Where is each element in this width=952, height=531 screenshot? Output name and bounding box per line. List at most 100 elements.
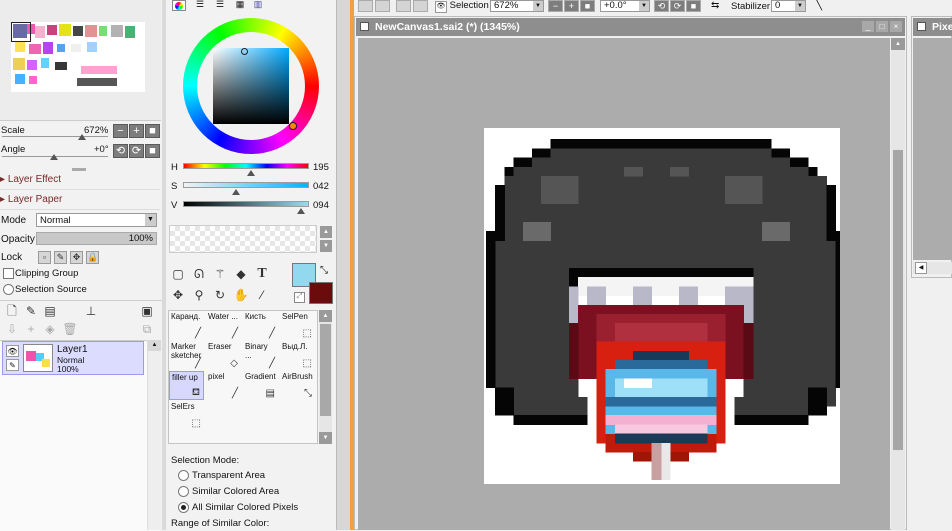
s-slider[interactable] <box>183 182 309 188</box>
lock-move-icon[interactable]: ✥ <box>70 251 83 264</box>
new-vector-layer-icon[interactable]: ✎ <box>22 302 40 320</box>
toolbar-rotate-right-button[interactable]: ⟳ <box>670 0 685 12</box>
swap-colors-icon[interactable]: ⤡ <box>320 265 328 276</box>
undo-button[interactable] <box>358 0 373 12</box>
tools-panel-scrollbar[interactable] <box>336 0 351 530</box>
transparent-color-icon[interactable]: ⤢ <box>294 292 305 303</box>
second-window-hscrollbar[interactable]: ◀ <box>913 262 952 274</box>
scroll-up-icon[interactable]: ▲ <box>891 38 905 50</box>
canvas-vertical-scrollbar[interactable]: ▲ <box>891 38 905 530</box>
color-set-area[interactable] <box>169 225 317 253</box>
layer-effect-section[interactable]: ▸ Layer Effect <box>0 174 61 185</box>
rotate-reset-button[interactable]: ■ <box>145 144 160 158</box>
duplicate-layer-icon[interactable]: ⧉ <box>138 320 156 338</box>
maximize-button[interactable]: □ <box>876 21 888 32</box>
scroll-up-icon[interactable]: ▲ <box>148 340 161 351</box>
rotate-left-button[interactable]: ⟲ <box>113 144 128 158</box>
zoom-in-button[interactable]: + <box>129 124 144 138</box>
magic-wand-icon[interactable]: ⚚ <box>211 265 229 283</box>
s-slider-thumb[interactable] <box>231 189 240 195</box>
new-layer-icon[interactable]: 🗋 <box>3 302 21 320</box>
color-tab-wheel[interactable] <box>172 0 186 11</box>
selection-toggle[interactable]: 👁 Selection <box>435 0 489 13</box>
sv-cursor[interactable] <box>241 48 248 55</box>
canvas-title-bar[interactable]: NewCanvas1.sai2 (*) (1345%) _ □ × <box>356 18 905 36</box>
zoom-select[interactable]: 672% ▼ <box>490 0 544 12</box>
panel-divider[interactable] <box>72 168 86 171</box>
brush-filler-up[interactable]: filler up ⛾ <box>169 371 204 400</box>
scale-slider-thumb[interactable] <box>78 134 86 140</box>
navigator-preview[interactable] <box>11 22 145 92</box>
stabilizer-select[interactable]: 0 ▼ <box>771 0 806 12</box>
deselect-button[interactable] <box>396 0 411 12</box>
invert-selection-button[interactable] <box>413 0 428 12</box>
color-set-scroll-down-icon[interactable]: ▼ <box>320 240 332 252</box>
mode-select[interactable]: Normal ▼ <box>36 213 157 227</box>
rotate-tool-icon[interactable]: ↻ <box>211 286 229 304</box>
rotation-select[interactable]: +0.0° ▼ <box>600 0 650 12</box>
scroll-thumb[interactable] <box>893 150 903 450</box>
zoom-tool-icon[interactable]: ⚲ <box>190 286 208 304</box>
zoom-out-button[interactable]: − <box>113 124 128 138</box>
selection-mode-radio[interactable] <box>178 486 189 497</box>
brush-кисть[interactable]: Кисть ╱ <box>243 311 278 340</box>
toolbar-zoom-reset-button[interactable]: ■ <box>580 0 595 12</box>
edit-layer-icon[interactable]: ✎ <box>6 359 19 371</box>
color-tab-hsv[interactable]: ☰ <box>213 0 227 11</box>
new-folder-icon[interactable]: ▤ <box>41 302 59 320</box>
zoom-reset-button[interactable]: ■ <box>145 124 160 138</box>
h-slider[interactable] <box>183 163 309 169</box>
merge-down-icon[interactable]: + <box>22 320 40 338</box>
brush-каранд-[interactable]: Каранд. ╱ <box>169 311 204 340</box>
brush-selpen[interactable]: SelPen ⬚ <box>280 311 315 340</box>
scroll-thumb[interactable] <box>320 324 331 416</box>
shape-icon[interactable]: ◆ <box>232 265 250 283</box>
visibility-eye-icon[interactable]: 👁 <box>6 345 19 357</box>
angle-slider-thumb[interactable] <box>50 154 58 160</box>
clear-layer-icon[interactable]: ◈ <box>41 320 59 338</box>
color-set-scroll-up-icon[interactable]: ▲ <box>320 226 332 238</box>
scroll-up-icon[interactable]: ▲ <box>319 310 332 322</box>
brush-binary-[interactable]: Binary ... ╱ <box>243 341 278 370</box>
transfer-down-icon[interactable]: ⇩ <box>3 320 21 338</box>
second-window-viewport[interactable] <box>913 38 952 260</box>
redo-button[interactable] <box>375 0 390 12</box>
brush-выд-л-[interactable]: Выд.Л. ⬚ <box>280 341 315 370</box>
text-tool-icon[interactable]: T <box>253 265 271 283</box>
scroll-left-icon[interactable]: ◀ <box>915 262 927 274</box>
scale-slider[interactable] <box>2 136 108 137</box>
delete-layer-icon[interactable]: 🗑 <box>61 320 79 338</box>
brush-selers[interactable]: SelErs ⬚ <box>169 401 204 430</box>
brush-water-[interactable]: Water ... ╱ <box>206 311 241 340</box>
opacity-slider[interactable]: 100% <box>36 232 157 245</box>
layer-paper-section[interactable]: ▸ Layer Paper <box>0 194 62 205</box>
color-tab-swatches[interactable]: ▦ <box>233 0 247 11</box>
scroll-down-icon[interactable]: ▼ <box>319 432 332 444</box>
brush-scrollbar[interactable]: ▲ ▼ <box>319 310 332 444</box>
second-window-title-bar[interactable]: Pixe <box>913 18 952 36</box>
layer-transform-icon[interactable]: ⊥ <box>82 302 100 320</box>
v-slider-thumb[interactable] <box>297 208 306 214</box>
rotate-right-button[interactable]: ⟳ <box>129 144 144 158</box>
toolbar-zoom-in-button[interactable]: + <box>564 0 579 12</box>
selection-mode-radio[interactable] <box>178 470 189 481</box>
minimize-button[interactable]: _ <box>862 21 874 32</box>
selection-mode-radio[interactable] <box>178 502 189 513</box>
lasso-icon[interactable]: ᘏ <box>190 265 208 283</box>
toolbar-rotate-left-button[interactable]: ⟲ <box>654 0 669 12</box>
brush-marker-sketcher[interactable]: Marker sketcher ╱ <box>169 341 204 370</box>
layer-options-icon[interactable]: ▣ <box>138 302 156 320</box>
hue-cursor[interactable] <box>289 122 297 130</box>
secondary-color-swatch[interactable] <box>309 282 333 304</box>
saturation-value-square[interactable] <box>213 48 289 124</box>
layers-scrollbar[interactable]: ▲ <box>147 340 161 530</box>
v-slider[interactable] <box>183 201 309 207</box>
close-button[interactable]: × <box>890 21 902 32</box>
hand-tool-icon[interactable]: ✋ <box>232 286 250 304</box>
line-tool-icon[interactable]: ╲ <box>816 0 822 11</box>
move-tool-icon[interactable]: ✥ <box>169 286 187 304</box>
lock-drawing-icon[interactable]: ✎ <box>54 251 67 264</box>
eyedropper-icon[interactable]: ⁄ <box>253 286 271 304</box>
brush-gradient[interactable]: Gradient ▤ <box>243 371 278 400</box>
h-slider-thumb[interactable] <box>247 170 256 176</box>
